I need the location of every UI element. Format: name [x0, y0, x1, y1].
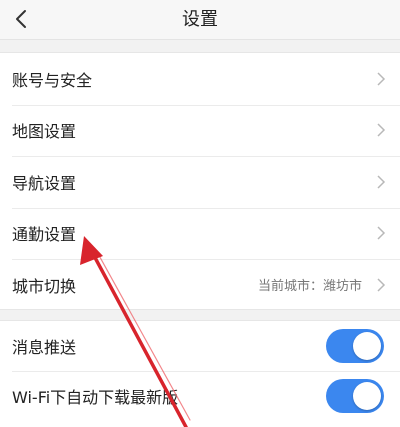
- toggle-item-message-push: 消息推送: [0, 321, 400, 371]
- settings-item-label: 通勤设置: [12, 225, 77, 245]
- settings-item-commute[interactable]: 通勤设置: [0, 207, 400, 260]
- top-navigation-bar: 设置: [0, 0, 400, 40]
- settings-item-label: 导航设置: [12, 173, 77, 193]
- chevron-right-icon: [377, 226, 386, 240]
- settings-item-label: 地图设置: [12, 122, 77, 142]
- toggle-knob: [353, 332, 381, 360]
- current-city-value: 当前城市：潍坊市: [257, 279, 362, 295]
- toggle-item-wifi-auto-download: Wi-Fi下自动下载最新版: [0, 371, 400, 421]
- settings-item-label: 城市切换: [12, 276, 77, 296]
- settings-item-navigation[interactable]: 导航设置: [0, 156, 400, 208]
- chevron-right-icon: [377, 123, 386, 137]
- settings-item-account-security[interactable]: 账号与安全: [0, 53, 400, 105]
- toggle-knob: [353, 382, 381, 410]
- chevron-right-icon: [377, 278, 386, 292]
- chevron-right-icon: [377, 175, 386, 189]
- settings-item-map[interactable]: 地图设置: [0, 104, 400, 157]
- page-title: 设置: [182, 9, 218, 30]
- settings-list: 账号与安全 地图设置 导航设置 通勤设置 城市切换 当前城市：潍坊市: [0, 52, 400, 310]
- toggle-list: 消息推送 Wi-Fi下自动下载最新版: [0, 320, 400, 427]
- settings-item-city[interactable]: 城市切换 当前城市：潍坊市: [0, 259, 400, 311]
- message-push-toggle[interactable]: [326, 329, 384, 363]
- wifi-auto-download-toggle[interactable]: [326, 379, 384, 413]
- chevron-right-icon: [377, 72, 386, 86]
- settings-item-label: 账号与安全: [12, 70, 93, 90]
- toggle-item-label: Wi-Fi下自动下载最新版: [12, 388, 179, 407]
- toggle-item-label: 消息推送: [12, 338, 77, 357]
